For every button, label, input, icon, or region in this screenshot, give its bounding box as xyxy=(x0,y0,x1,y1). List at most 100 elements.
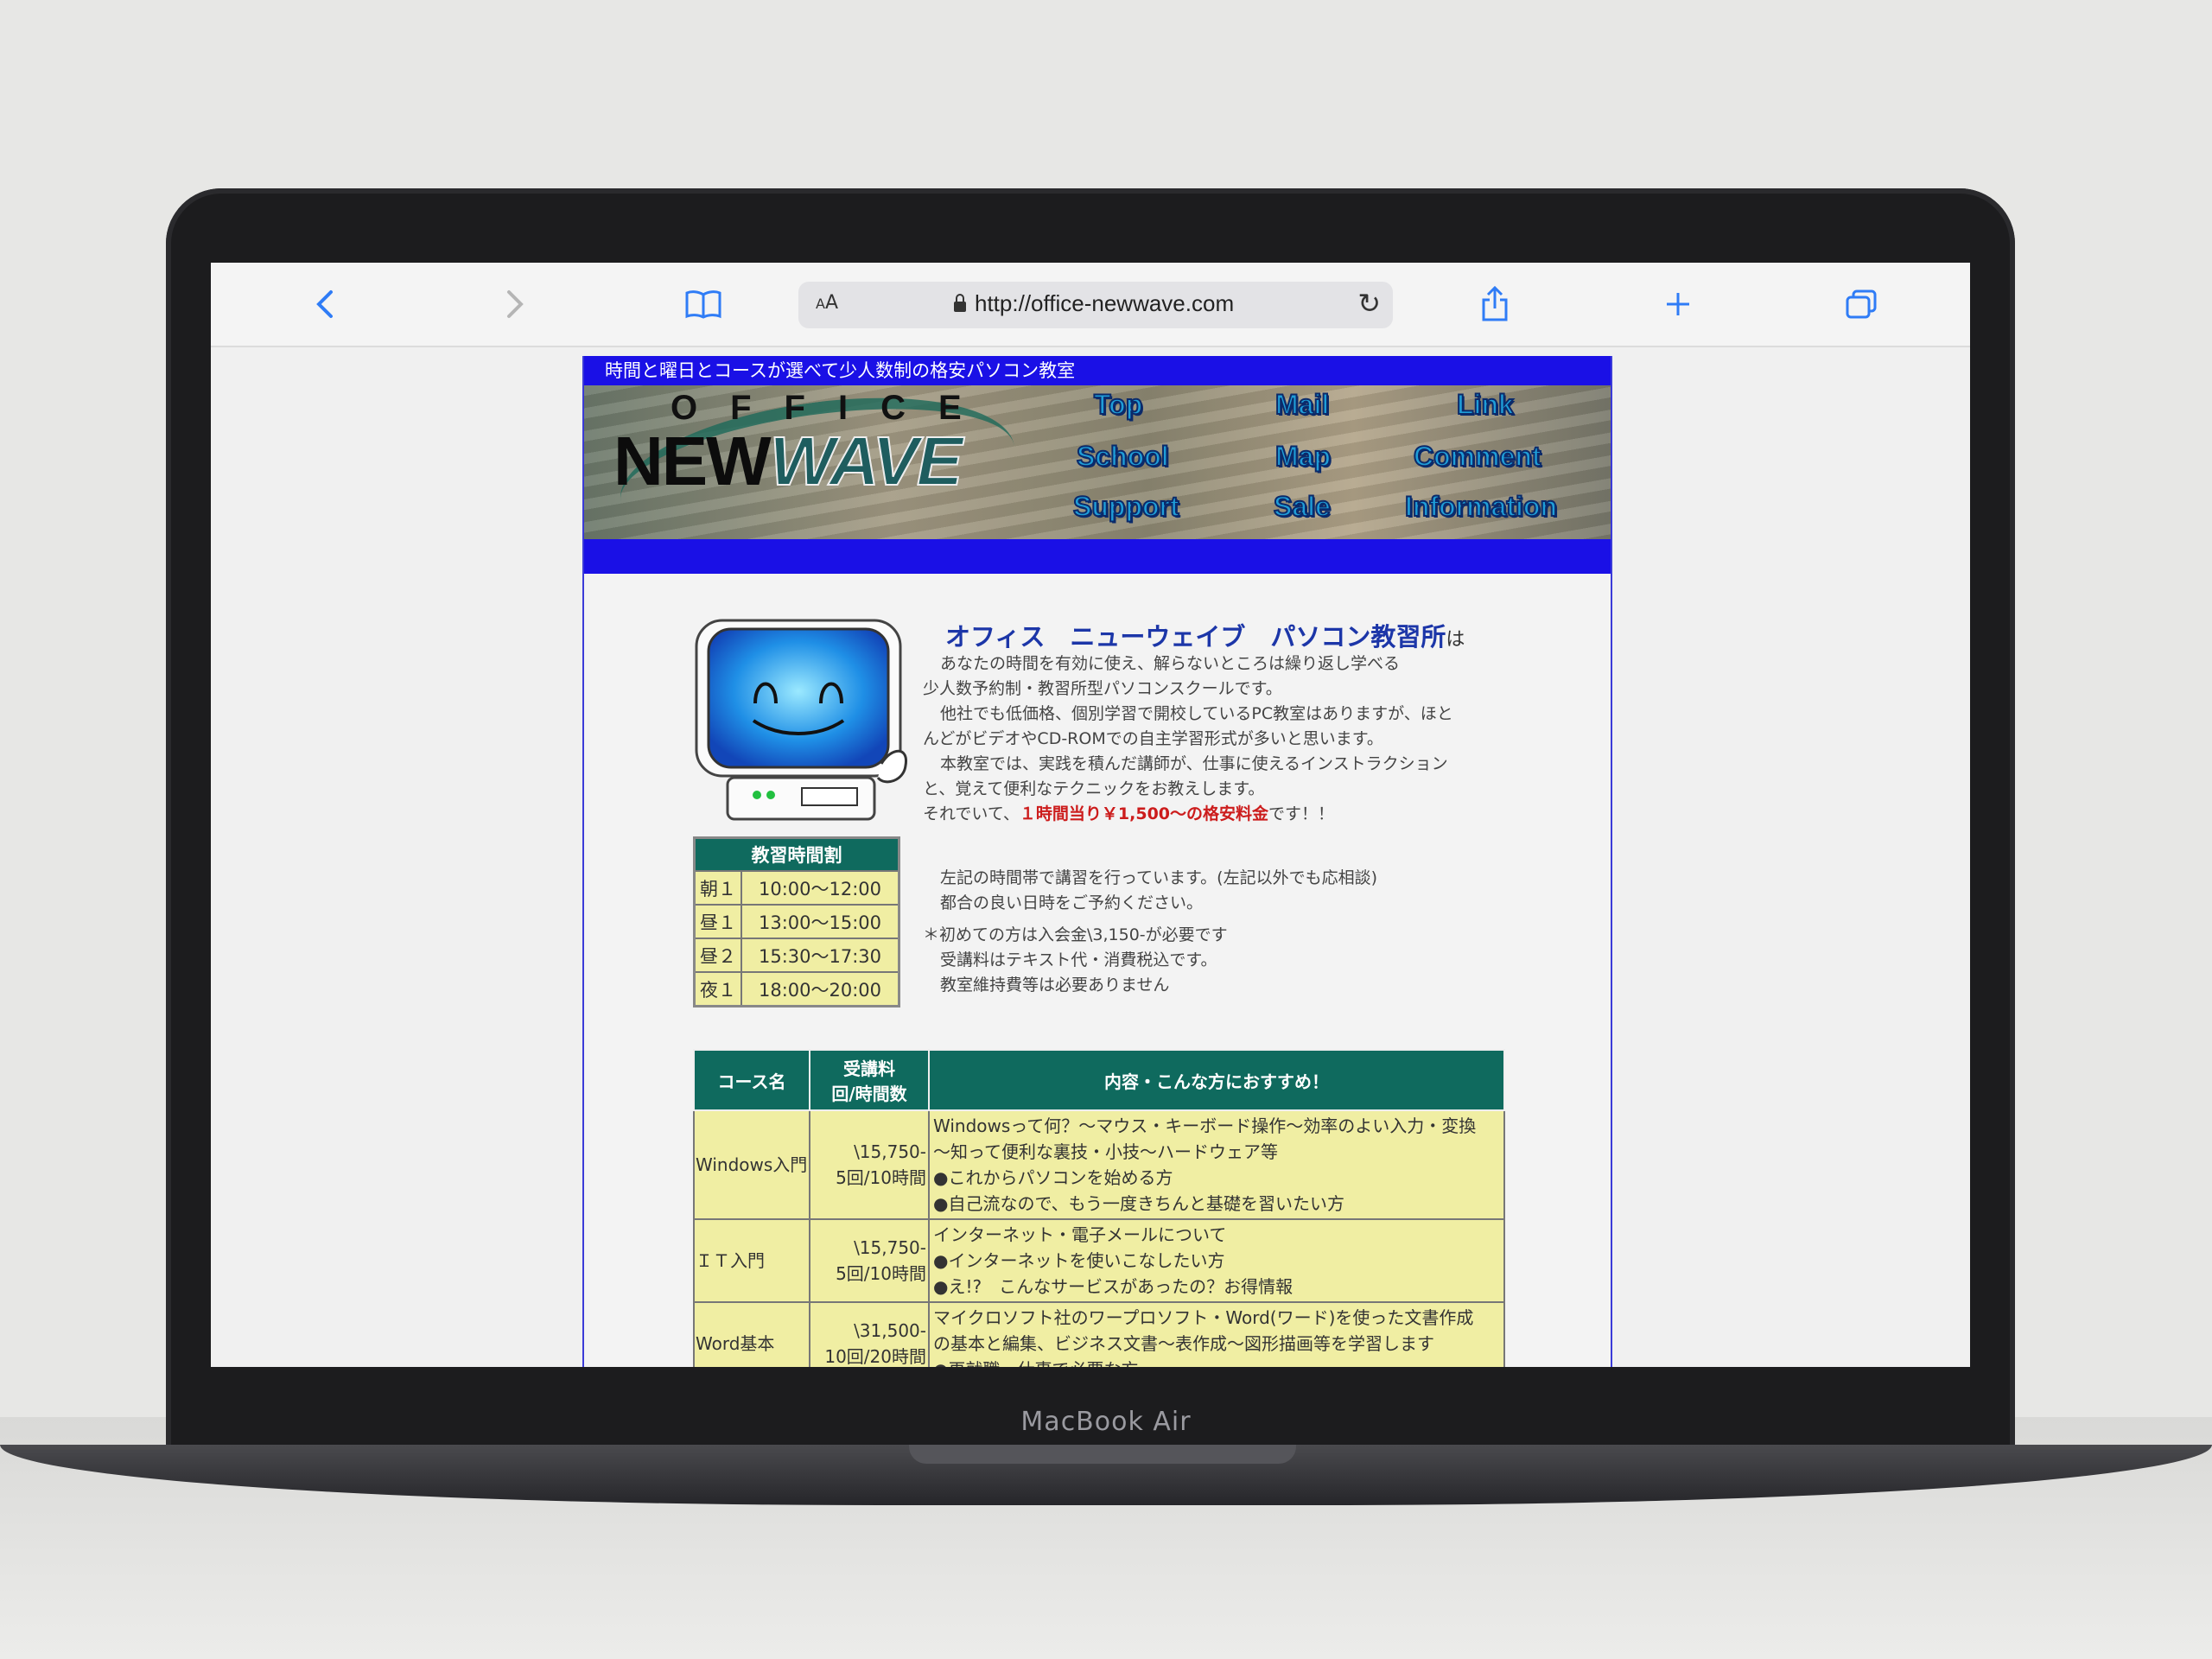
course-fee-price: \31,500- xyxy=(854,1320,926,1341)
lock-icon xyxy=(954,294,966,312)
tabs-overview-button[interactable] xyxy=(1837,280,1885,328)
course-desc-line: ～知って便利な裏技・小技～ハードウェア等 xyxy=(933,1141,1278,1162)
forward-button[interactable] xyxy=(491,280,539,328)
headline-text: オフィス ニューウェイブ パソコン教習所 xyxy=(945,622,1446,652)
col-course-name: コース名 xyxy=(693,1049,810,1111)
col-description: 内容・こんな方におすすめ！ xyxy=(928,1049,1505,1111)
schedule-slot: 夜１ xyxy=(693,971,742,1007)
schedule-slot: 昼２ xyxy=(693,938,742,973)
table-row: Windows入門 \15,750- 5回/10時間 Windowsって何？～マウ… xyxy=(693,1109,1505,1220)
nav-top[interactable]: Top xyxy=(1093,388,1143,421)
course-name: Windows入門 xyxy=(693,1109,810,1220)
intro-line: んどがビデオやCD-ROMでの自主学習形式が多いと思います。 xyxy=(923,729,1383,748)
share-icon xyxy=(1482,286,1508,321)
course-desc-line: の基本と編集、ビジネス文書～表作成～図形描画等を学習します xyxy=(933,1333,1434,1354)
back-button[interactable] xyxy=(301,280,349,328)
schedule-time: 13:00～15:00 xyxy=(741,904,900,939)
intro-paragraph: あなたの時間を有効に使え、解らないところは繰り返し学べる 少人数予約制・教習所型… xyxy=(923,652,1510,827)
fee-note-line: 受講料はテキスト代・消費税込です。 xyxy=(940,950,1217,969)
price-prefix: それでいて、 xyxy=(923,804,1020,823)
intro-line: 他社でも低価格、個別学習で開校しているPC教室はありますが、ほと xyxy=(940,704,1453,723)
course-name: ＩＴ入門 xyxy=(693,1218,810,1303)
course-description: Windowsって何？～マウス・キーボード操作～効率のよい入力・変換 ～知って便… xyxy=(928,1109,1505,1220)
intro-line: と、覚えて便利なテクニックをお教えします。 xyxy=(923,779,1265,798)
logo-wave: WAVE xyxy=(769,422,964,500)
course-sessions: 5回/10時間 xyxy=(836,1167,926,1188)
price-suffix: です！！ xyxy=(1268,804,1335,823)
table-row: ＩＴ入門 \15,750- 5回/10時間 インターネット・電子メールについて ●… xyxy=(693,1218,1505,1303)
col-fee: 受講料回/時間数 xyxy=(809,1049,930,1111)
table-row: 夜１ 18:00～20:00 xyxy=(693,971,900,1007)
table-row: Word基本 \31,500- 10回/20時間 マイクロソフト社のワープロソフト… xyxy=(693,1301,1505,1367)
chevron-right-icon xyxy=(507,290,524,318)
course-fee-price: \15,750- xyxy=(854,1141,926,1162)
course-fee-price: \15,750- xyxy=(854,1237,926,1258)
course-desc-line: ●インターネットを使いこなしたい方 xyxy=(933,1250,1225,1271)
bookmarks-button[interactable] xyxy=(679,280,728,328)
price-highlight: １時間当り￥1,500～の格安料金 xyxy=(1019,804,1269,823)
bookmarks-icon xyxy=(685,290,721,319)
nav-comment[interactable]: Comment xyxy=(1413,440,1542,473)
course-desc-line: ●再就職、仕事で必要な方 xyxy=(933,1357,1503,1367)
schedule-time: 10:00～12:00 xyxy=(741,870,900,906)
course-name: Word基本 xyxy=(693,1301,810,1367)
schedule-time: 18:00～20:00 xyxy=(741,971,900,1007)
course-desc-line: マイクロソフト社のワープロソフト・Word(ワード)を使った文書作成 xyxy=(933,1307,1474,1328)
headline-suffix: は xyxy=(1446,629,1465,651)
intro-headline: オフィス ニューウェイブ パソコン教習所は xyxy=(945,617,1465,653)
course-description: マイクロソフト社のワープロソフト・Word(ワード)を使った文書作成 の基本と編… xyxy=(928,1301,1505,1367)
address-bar[interactable]: AA http://office-newwave.com ↻ xyxy=(798,282,1393,328)
reload-icon[interactable]: ↻ xyxy=(1357,287,1381,320)
nav-link[interactable]: Link xyxy=(1456,388,1515,421)
schedule-slot: 昼１ xyxy=(693,904,742,939)
course-fee: \31,500- 10回/20時間 xyxy=(809,1301,930,1367)
fee-note-line: ＊初めての方は入会金\3,150-が必要です xyxy=(923,925,1228,944)
schedule-table: 教習時間割 朝１ 10:00～12:00 昼１ 13:00～15:00 昼２ 15:3… xyxy=(693,836,900,1007)
course-desc-line: ●これからパソコンを始める方 xyxy=(933,1167,1173,1188)
plus-icon xyxy=(1667,293,1689,315)
fee-note-line: 教室維持費等は必要ありません xyxy=(940,976,1170,995)
chevron-left-icon xyxy=(316,290,333,318)
site-tagline: 時間と曜日とコースが選べて少人数制の格安パソコン教室 xyxy=(584,356,1611,385)
banner-bottom-bar xyxy=(584,539,1611,574)
intro-line: 本教室では、実践を積んだ講師が、仕事に使えるインストラクション xyxy=(940,754,1448,773)
course-sessions: 5回/10時間 xyxy=(836,1263,926,1284)
course-sessions: 10回/20時間 xyxy=(824,1346,926,1367)
courses-table: コース名 受講料回/時間数 内容・こんな方におすすめ！ Windows入門 \1… xyxy=(693,1049,1505,1367)
laptop-model-label: MacBook Air xyxy=(1020,1407,1192,1437)
logo-new: NEW xyxy=(613,423,772,499)
nav-information[interactable]: Information xyxy=(1404,490,1558,523)
table-row: 朝１ 10:00～12:00 xyxy=(693,870,900,906)
col-fee-line2: 回/時間数 xyxy=(831,1084,907,1104)
browser-toolbar: AA http://office-newwave.com ↻ xyxy=(211,263,1970,347)
course-fee: \15,750- 5回/10時間 xyxy=(809,1218,930,1303)
nav-mail[interactable]: Mail xyxy=(1274,388,1330,421)
fee-note: ＊初めての方は入会金\3,150-が必要です 受講料はテキスト代・消費税込です。… xyxy=(923,923,1510,998)
reader-aa-button[interactable]: AA xyxy=(816,292,838,314)
nav-sale[interactable]: Sale xyxy=(1273,490,1332,523)
site-banner: OFFICE NEWWAVE Top Mail Link School Map … xyxy=(584,385,1611,539)
url-text[interactable]: http://office-newwave.com xyxy=(954,290,1234,317)
course-desc-line: インターネット・電子メールについて xyxy=(933,1224,1227,1245)
schedule-note: 左記の時間帯で講習を行っています。(左記以外でも応相談) 都合の良い日時をご予約… xyxy=(923,866,1528,916)
logo-newwave-text: NEWWAVE xyxy=(613,422,964,501)
course-description: インターネット・電子メールについて ●インターネットを使いこなしたい方 ●え!?… xyxy=(928,1218,1505,1303)
share-button[interactable] xyxy=(1471,280,1519,328)
schedule-note-line: 左記の時間帯で講習を行っています。(左記以外でも応相談) xyxy=(940,868,1377,887)
schedule-slot: 朝１ xyxy=(693,870,742,906)
new-tab-button[interactable] xyxy=(1654,280,1702,328)
nav-support[interactable]: Support xyxy=(1072,490,1180,523)
price-line: それでいて、１時間当り￥1,500～の格安料金です！！ xyxy=(923,802,1510,827)
table-row: 昼１ 13:00～15:00 xyxy=(693,904,900,939)
course-desc-line: ●自己流なので、もう一度きちんと基礎を習いたい方 xyxy=(933,1193,1345,1214)
course-fee: \15,750- 5回/10時間 xyxy=(809,1109,930,1220)
nav-school[interactable]: School xyxy=(1076,440,1170,473)
schedule-note-line: 都合の良い日時をご予約ください。 xyxy=(940,893,1204,912)
nav-map[interactable]: Map xyxy=(1274,440,1332,473)
intro-line: 少人数予約制・教習所型パソコンスクールです。 xyxy=(923,679,1282,698)
screen: AA http://office-newwave.com ↻ 時間と曜日とコース… xyxy=(211,263,1970,1367)
computer-mascot-icon xyxy=(695,619,907,821)
table-row: 昼２ 15:30～17:30 xyxy=(693,938,900,973)
laptop-hinge xyxy=(909,1445,1296,1464)
col-fee-line1: 受講料 xyxy=(843,1058,895,1079)
